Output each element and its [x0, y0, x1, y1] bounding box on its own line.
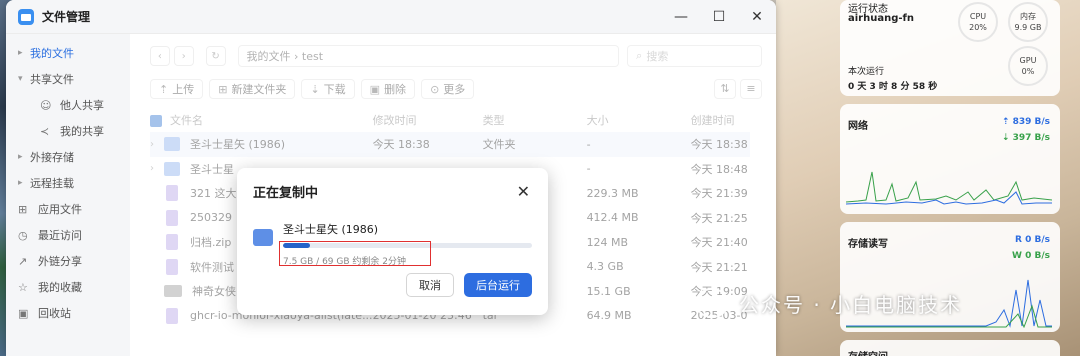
more-icon: ⊙	[430, 82, 440, 96]
highlight-box	[279, 241, 431, 266]
storage-space-widget: 存储空间	[840, 340, 1060, 356]
header-size[interactable]: 大小	[587, 108, 691, 132]
star-icon: ☆	[18, 280, 28, 294]
chevron-right-icon: ▸	[18, 178, 23, 188]
storage-space-title: 存储空间	[848, 348, 888, 356]
header-type[interactable]: 类型	[483, 108, 587, 132]
user-icon: ☺	[40, 98, 52, 112]
download-icon: ⇣	[310, 82, 320, 96]
more-button[interactable]: ⊙ 更多	[421, 79, 475, 99]
zip-file-icon	[166, 234, 178, 251]
uptime-value: 0 天 3 时 8 分 58 秒	[848, 82, 938, 92]
upload-rate: ⇡ 839 B/s	[1001, 117, 1050, 127]
view-controls: ⇅ ≡	[710, 79, 762, 99]
folder-plus-icon: ⊞	[218, 82, 228, 96]
cpu-gauge: CPU 20%	[958, 2, 998, 42]
sidebar-item-shared-by-others[interactable]: ☺ 他人共享	[6, 92, 130, 118]
search-placeholder: 搜索	[646, 50, 669, 63]
close-icon[interactable]: ✕	[517, 182, 530, 201]
sidebar-item-app-files[interactable]: ⊞ 应用文件	[6, 196, 130, 222]
chevron-right-icon: ▸	[18, 48, 23, 58]
sort-icon[interactable]: ⇅	[714, 79, 736, 99]
apps-icon: ⊞	[18, 202, 28, 216]
download-rate: ⇣ 397 B/s	[1001, 133, 1050, 143]
read-rate: R 0 B/s	[1015, 235, 1050, 245]
upload-icon: ⇡	[159, 82, 169, 96]
delete-button[interactable]: ▣ 删除	[360, 79, 416, 99]
watermark: 公众号 · 小白电脑技术	[695, 288, 962, 318]
header-modified[interactable]: 修改时间	[373, 108, 483, 132]
network-widget: 网络 ⇡ 839 B/s ⇣ 397 B/s	[840, 104, 1060, 214]
sidebar: ▸ 我的文件 ▾ 共享文件 ☺ 他人共享 ≺ 我的共享 ▸ 外接存储 ▸ 远程挂载 ⊞ 应用文…	[6, 34, 130, 356]
refresh-button[interactable]: ↻	[205, 46, 226, 66]
dialog-title: 正在复制中	[253, 186, 319, 201]
network-sparkline	[846, 171, 1052, 205]
share-icon: ≺	[40, 124, 50, 138]
sidebar-item-trash[interactable]: ▣ 回收站	[6, 300, 130, 326]
sidebar-item-my-files[interactable]: ▸ 我的文件	[6, 40, 130, 66]
sidebar-item-external-storage[interactable]: ▸ 外接存储	[6, 144, 130, 170]
sidebar-item-remote-mount[interactable]: ▸ 远程挂载	[6, 170, 130, 196]
trash-icon: ▣	[369, 82, 381, 96]
network-title: 网络	[848, 121, 868, 132]
file-icon	[166, 307, 178, 324]
back-button[interactable]: ‹	[150, 46, 170, 66]
external-link-icon: ↗	[18, 254, 28, 268]
table-header: 文件名 修改时间 类型 大小 创建时间	[150, 108, 750, 132]
cancel-button[interactable]: 取消	[406, 273, 454, 297]
chevron-down-icon: ▾	[18, 74, 23, 84]
sidebar-item-recent[interactable]: ◷ 最近访问	[6, 222, 130, 248]
hostname: airhuang-fn	[848, 13, 914, 24]
list-view-icon[interactable]: ≡	[740, 79, 762, 99]
file-manager-app-icon	[18, 8, 34, 25]
new-folder-button[interactable]: ⊞ 新建文件夹	[209, 79, 296, 99]
folder-icon	[164, 161, 180, 176]
chevron-right-icon: ▸	[18, 152, 23, 162]
upload-button[interactable]: ⇡ 上传	[150, 79, 204, 99]
gpu-gauge: GPU 0%	[1008, 46, 1048, 86]
forward-button[interactable]: ›	[173, 46, 194, 66]
close-window-button[interactable]: ✕	[738, 9, 776, 25]
search-input[interactable]: ⌕ 搜索	[627, 45, 763, 67]
download-button[interactable]: ⇣ 下载	[301, 79, 355, 99]
file-icon	[166, 258, 178, 275]
window-title: 文件管理	[42, 10, 91, 24]
trash-icon: ▣	[18, 306, 29, 320]
dialog-buttons: 取消 后台运行	[406, 273, 532, 297]
run-in-background-button[interactable]: 后台运行	[464, 273, 532, 297]
write-rate: W 0 B/s	[1012, 251, 1050, 261]
window-controls: — ☐ ✕	[662, 9, 776, 25]
table-row[interactable]: › 圣斗士星矢 (1986) 今天 18:38 文件夹 - 今天 18:38	[150, 132, 750, 157]
header-name[interactable]: 文件名	[150, 108, 373, 132]
toolbar: ⇡ 上传 ⊞ 新建文件夹 ⇣ 下载 ▣ 删除 ⊙ 更多 ⇅ ≡	[150, 78, 762, 100]
select-all-checkbox[interactable]	[150, 115, 162, 127]
navigation-bar: ‹ › ↻ 我的文件 › test ⌕ 搜索	[150, 44, 763, 68]
copy-file-name: 圣斗士星矢 (1986)	[283, 223, 379, 236]
search-icon: ⌕	[636, 49, 643, 62]
sidebar-item-my-shares[interactable]: ≺ 我的共享	[6, 118, 130, 144]
sidebar-item-shared-files[interactable]: ▾ 共享文件	[6, 66, 130, 92]
memory-gauge: 内存 9.9 GB	[1008, 2, 1048, 42]
maximize-button[interactable]: ☐	[700, 9, 738, 25]
header-created[interactable]: 创建时间	[691, 108, 750, 132]
storage-io-title: 存储读写	[848, 239, 888, 250]
wechat-logo-icon	[695, 288, 729, 318]
sidebar-item-favorites[interactable]: ☆ 我的收藏	[6, 274, 130, 300]
folder-icon	[164, 137, 180, 152]
sidebar-item-external-links[interactable]: ↗ 外链分享	[6, 248, 130, 274]
chevron-right-icon[interactable]: ›	[150, 163, 164, 174]
title-bar: 文件管理 — ☐ ✕	[6, 0, 776, 34]
file-icon	[166, 209, 178, 226]
clock-icon: ◷	[18, 228, 28, 242]
folder-icon	[253, 229, 273, 246]
breadcrumb[interactable]: 我的文件 › test	[237, 45, 620, 67]
video-thumbnail-icon	[164, 285, 182, 298]
chevron-right-icon[interactable]: ›	[150, 139, 164, 150]
system-status-widget: 运行状态 airhuang-fn CPU 20% 内存 9.9 GB GPU 0…	[840, 0, 1060, 96]
file-icon	[166, 185, 178, 202]
uptime-label: 本次运行	[848, 67, 885, 77]
minimize-button[interactable]: —	[662, 9, 700, 25]
